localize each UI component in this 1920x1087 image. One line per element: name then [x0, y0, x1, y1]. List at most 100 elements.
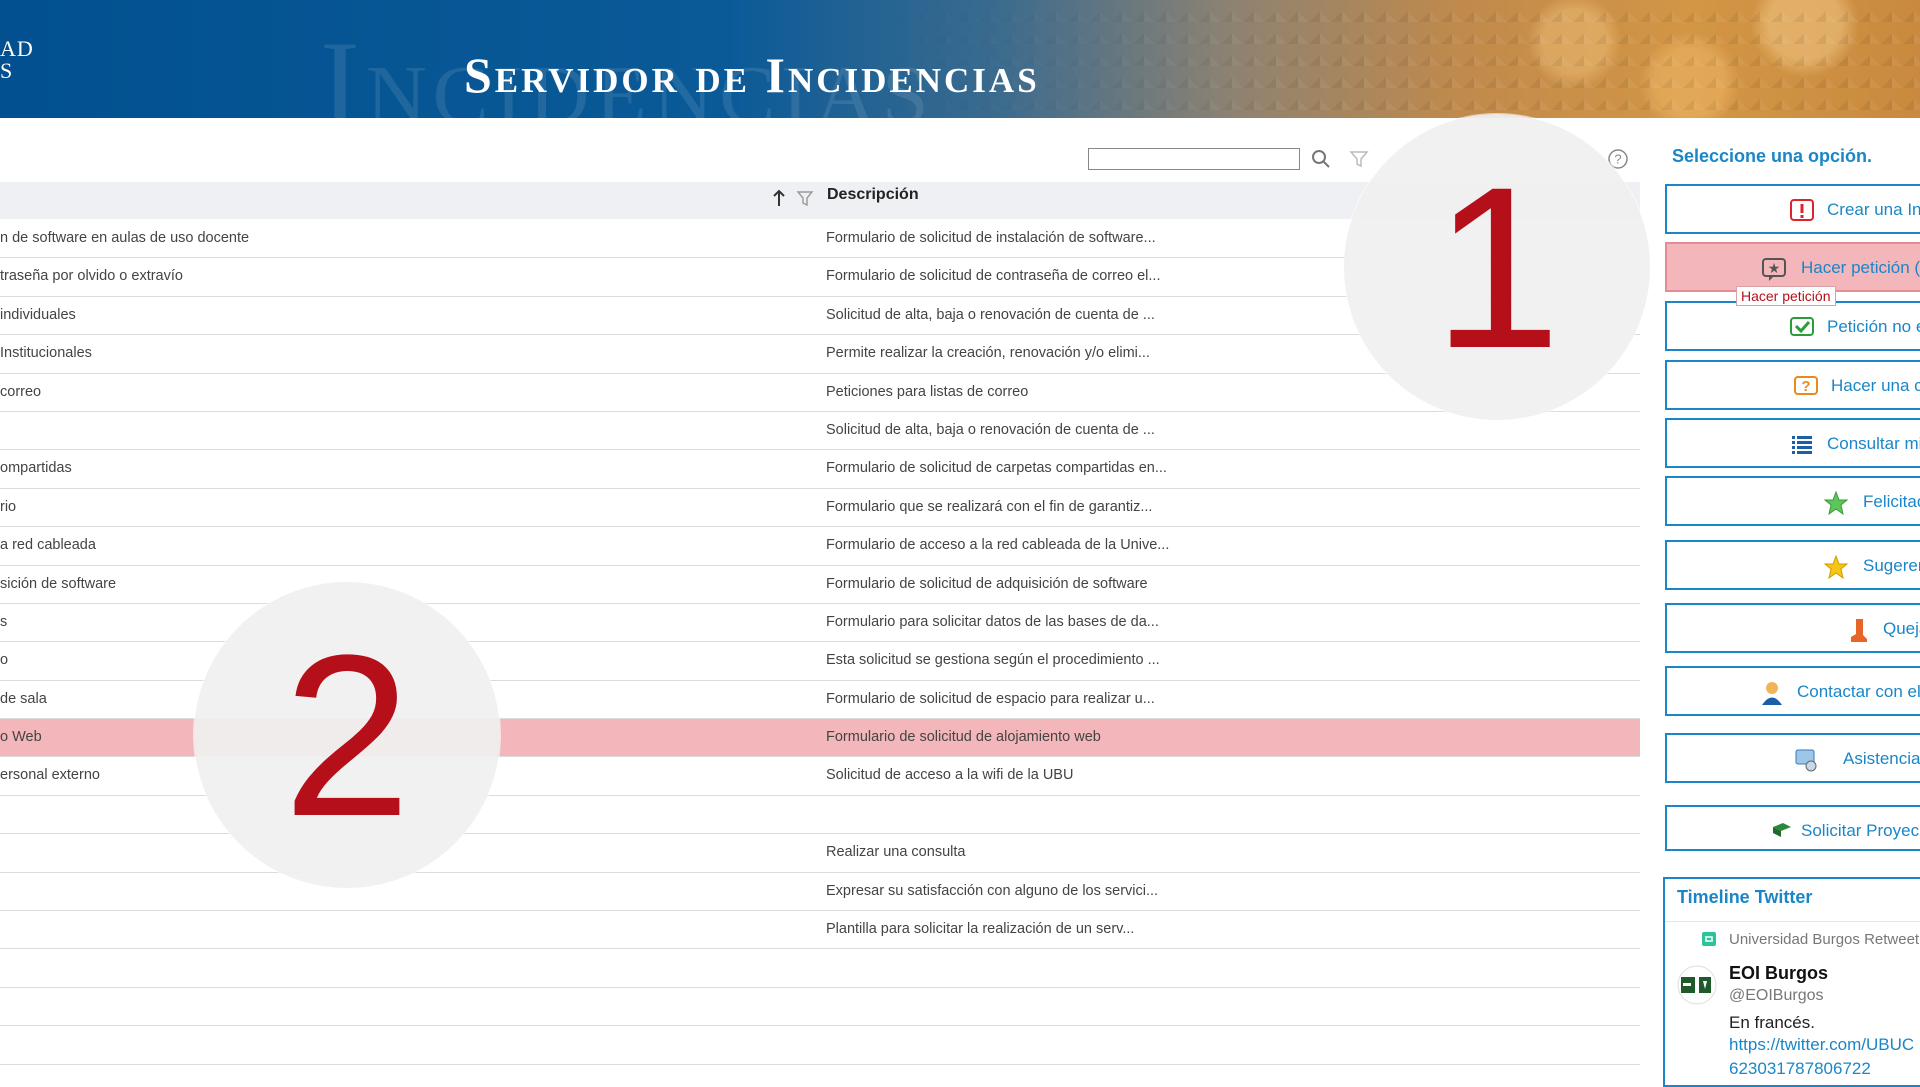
- table-row[interactable]: rio Formulario que se realizará con el fi…: [0, 489, 1640, 528]
- sidebar-option-11[interactable]: Solicitar Proyec: [1665, 805, 1920, 851]
- table-row[interactable]: Plantilla para solicitar la realización …: [0, 911, 1640, 950]
- sidebar-option-label: Hacer petición (: [1801, 258, 1920, 277]
- row-description-cell: Formulario de solicitud de alojamiento w…: [826, 729, 1101, 746]
- row-description-cell: Realizar una consulta: [826, 844, 966, 861]
- row-description-cell: Solicitud de acceso a la wifi de la UBU: [826, 767, 1074, 784]
- tooltip: Hacer petición: [1736, 286, 1836, 306]
- row-name-cell: s: [0, 613, 8, 630]
- step-marker-1: 1: [1344, 114, 1650, 420]
- exclamation-icon: [1790, 199, 1814, 221]
- list-icon: [1792, 436, 1812, 454]
- svg-text:★: ★: [1768, 260, 1781, 276]
- yellow-star-icon: [1823, 554, 1849, 580]
- row-description-cell: Formulario de acceso a la red cableada d…: [826, 537, 1170, 554]
- sidebar-option-5[interactable]: Consultar mi: [1665, 418, 1920, 468]
- twitter-divider: [1665, 921, 1920, 922]
- svg-text:?: ?: [1614, 152, 1621, 167]
- twitter-title: Timeline Twitter: [1677, 887, 1813, 907]
- table-row[interactable]: a red cableada Formulario de acceso a la …: [0, 527, 1640, 566]
- eoi-avatar[interactable]: [1677, 965, 1717, 1005]
- row-name-cell: a red cableada: [0, 537, 96, 554]
- sidebar-option-label: Hacer una c: [1831, 376, 1920, 395]
- person-icon: [1762, 682, 1782, 705]
- row-name-cell: rio: [0, 498, 17, 515]
- page-title: Servidor de Incidencias: [464, 47, 1040, 103]
- row-description-cell: Formulario de solicitud de espacio para …: [826, 690, 1155, 707]
- tweet-link[interactable]: https://twitter.com/UBUC: [1729, 1035, 1914, 1055]
- university-logo[interactable]: AD S: [0, 38, 34, 82]
- column-filter-icon[interactable]: [796, 188, 814, 208]
- row-description-cell: Formulario que se realizará con el fin d…: [826, 498, 1153, 515]
- row-description-cell: Expresar su satisfacción con alguno de l…: [826, 882, 1159, 899]
- tweet-text: En francés.: [1729, 1013, 1815, 1032]
- sidebar-option-label: Solicitar Proyec: [1801, 821, 1920, 840]
- retweet-icon: [1702, 932, 1716, 946]
- table-row[interactable]: Solicitud de alta, baja o renovación de …: [0, 412, 1640, 451]
- row-description-cell: Peticiones para listas de correo: [826, 383, 1029, 400]
- table-row[interactable]: [0, 949, 1640, 988]
- sidebar-option-7[interactable]: Sugeren: [1665, 540, 1920, 590]
- column-header-description[interactable]: Descripción: [827, 186, 919, 204]
- question-icon: ?: [1794, 376, 1818, 395]
- sidebar-option-9[interactable]: Contactar con el: [1665, 666, 1920, 716]
- header-banner: Incidencias AD S Servidor de Incidencias: [0, 0, 1920, 118]
- tweet-author-handle[interactable]: @EOIBurgos: [1729, 987, 1824, 1005]
- row-description-cell: Formulario de solicitud de adquisición d…: [826, 575, 1148, 592]
- row-description-cell: Formulario de solicitud de instalación d…: [826, 230, 1156, 246]
- boot-icon: [1851, 619, 1867, 642]
- sidebar-option-label: Felicitac: [1863, 492, 1920, 511]
- row-description-cell: Solicitud de alta, baja o renovación de …: [826, 421, 1155, 438]
- table-row[interactable]: [0, 988, 1640, 1027]
- row-name-cell: Institucionales: [0, 345, 92, 362]
- row-description-cell: Formulario para solicitar datos de las b…: [826, 613, 1159, 630]
- sidebar-option-label: Crear una In: [1827, 200, 1920, 219]
- row-description-cell: Esta solicitud se gestiona según el proc…: [826, 652, 1160, 669]
- search-icon[interactable]: [1310, 148, 1332, 170]
- sidebar-option-label: Asistencia: [1843, 749, 1920, 768]
- check-icon: [1790, 317, 1814, 336]
- green-star-icon: [1823, 490, 1849, 516]
- logo-line-1: AD: [0, 36, 34, 61]
- sidebar-title: Seleccione una opción.: [1672, 146, 1873, 166]
- row-name-cell: ompartidas: [0, 460, 72, 477]
- search-input[interactable]: [1088, 148, 1300, 170]
- sidebar-option-label: Queja: [1883, 619, 1920, 638]
- sidebar-option-4[interactable]: ? Hacer una c: [1665, 360, 1920, 410]
- table-row[interactable]: Expresar su satisfacción con alguno de l…: [0, 873, 1640, 912]
- step-marker-2: 2: [194, 582, 500, 888]
- sidebar-option-6[interactable]: Felicitac: [1665, 476, 1920, 526]
- row-name-cell: individuales: [0, 306, 76, 323]
- sidebar-option-1[interactable]: Crear una In: [1665, 184, 1920, 234]
- tweet-author-name[interactable]: EOI Burgos: [1729, 963, 1828, 984]
- row-name-cell: o Web: [0, 729, 42, 746]
- computer-icon: [1795, 749, 1817, 772]
- sidebar-option-label: Consultar mi: [1827, 434, 1920, 453]
- row-name-cell: ersonal externo: [0, 767, 100, 784]
- row-name-cell: traseña por olvido o extravío: [0, 268, 183, 285]
- sidebar-option-label: Contactar con el: [1797, 682, 1920, 701]
- row-name-cell: correo: [0, 383, 42, 400]
- row-description-cell: Permite realizar la creación, renovación…: [826, 345, 1150, 362]
- table-row[interactable]: sición de software Formulario de solicitu…: [0, 566, 1640, 604]
- row-description-cell: Plantilla para solicitar la realización …: [826, 921, 1135, 938]
- row-name-cell: n de software en aulas de uso docente: [0, 230, 250, 246]
- row-description-cell: Formulario de solicitud de carpetas comp…: [826, 460, 1167, 477]
- book-icon: [1773, 823, 1791, 837]
- table-row[interactable]: [0, 1026, 1640, 1065]
- sidebar-option-label: Petición no e: [1827, 317, 1920, 336]
- sidebar-option-3[interactable]: Petición no e: [1665, 301, 1920, 351]
- sidebar-option-2[interactable]: ★ Hacer petición (: [1665, 242, 1920, 292]
- retweet-label: Universidad Burgos Retweet: [1729, 931, 1920, 948]
- twitter-timeline: Timeline Twitter Universidad Burgos Retw…: [1663, 877, 1920, 1087]
- tweet-link-continued[interactable]: 623031787806722: [1729, 1059, 1871, 1079]
- logo-line-2: S: [0, 58, 14, 83]
- sidebar-option-10[interactable]: Asistencia: [1665, 733, 1920, 783]
- svg-text:?: ?: [1801, 378, 1810, 395]
- sort-ascending-icon[interactable]: [770, 188, 788, 208]
- table-row[interactable]: ompartidas Formulario de solicitud de car…: [0, 450, 1640, 489]
- row-description-cell: Formulario de solicitud de contraseña de…: [826, 268, 1161, 285]
- row-name-cell: o: [0, 652, 9, 669]
- sidebar-option-8[interactable]: Queja: [1665, 603, 1920, 653]
- row-description-cell: Solicitud de alta, baja o renovación de …: [826, 306, 1155, 323]
- filter-icon[interactable]: [1348, 148, 1370, 170]
